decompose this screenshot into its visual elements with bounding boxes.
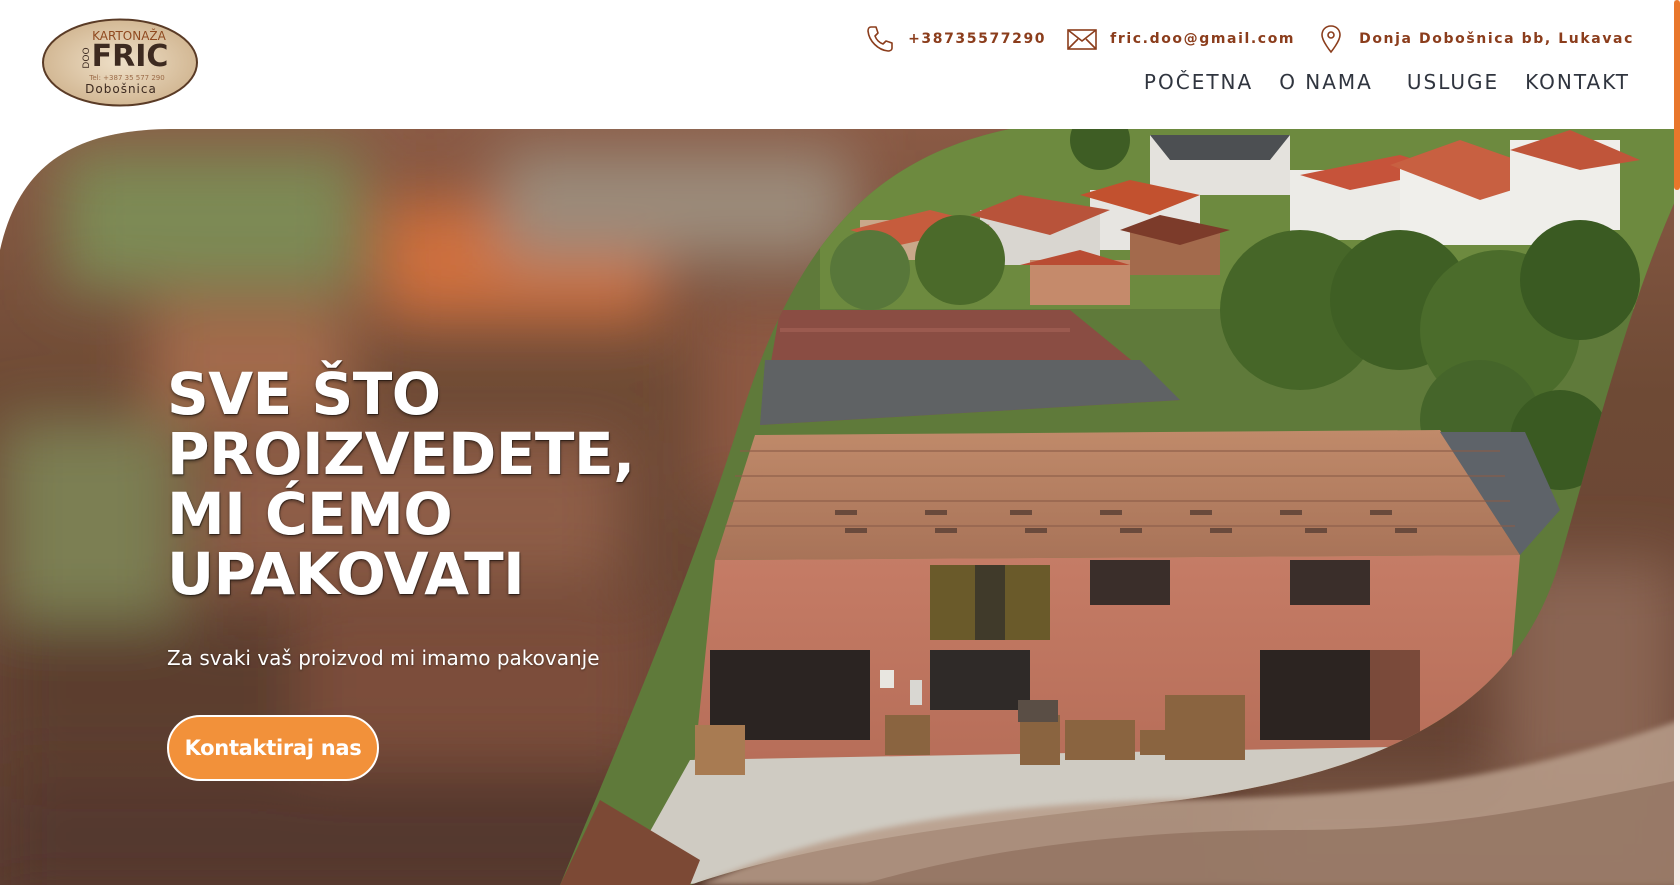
logo-suffix: DOO — [82, 47, 92, 68]
contact-bar: +38735577290 fric.doo@gmail.com Donja Do… — [864, 22, 1634, 56]
nav-item-usluge[interactable]: USLUGE — [1407, 70, 1499, 94]
logo-badge: KARTONAŽA FRIC DOO Tel: +387 35 577 290 … — [42, 18, 198, 107]
map-pin-icon — [1321, 25, 1341, 54]
logo-phone: Tel: +387 35 577 290 — [88, 74, 164, 82]
contact-phone[interactable]: +38735577290 — [864, 23, 1046, 55]
address-text[interactable]: Donja Dobošnica bb, Lukavac — [1359, 31, 1634, 47]
phone-icon — [867, 26, 893, 52]
hero-subtitle: Za svaki vaš proizvod mi imamo pakovanje — [167, 646, 600, 670]
contact-address[interactable]: Donja Dobošnica bb, Lukavac — [1315, 23, 1634, 55]
logo-location: Dobošnica — [85, 82, 157, 96]
page-scrollbar[interactable] — [1674, 0, 1680, 885]
hero-title-line: PROIZVEDETE, — [167, 420, 635, 488]
site-header: KARTONAŽA FRIC DOO Tel: +387 35 577 290 … — [0, 0, 1680, 129]
nav-item-pocetna[interactable]: POČETNA — [1144, 70, 1253, 94]
hero-section: SVE ŠTO PROIZVEDETE, MI ĆEMO UPAKOVATI Z… — [0, 0, 1680, 885]
hero-title-line: SVE ŠTO — [167, 360, 441, 428]
contact-us-button[interactable]: Kontaktiraj nas — [167, 715, 379, 781]
envelope-icon — [1067, 29, 1097, 50]
page: SVE ŠTO PROIZVEDETE, MI ĆEMO UPAKOVATI Z… — [0, 0, 1680, 885]
contact-email[interactable]: fric.doo@gmail.com — [1066, 23, 1295, 55]
phone-number[interactable]: +38735577290 — [908, 31, 1046, 47]
hero-title: SVE ŠTO PROIZVEDETE, MI ĆEMO UPAKOVATI — [167, 360, 635, 608]
email-address[interactable]: fric.doo@gmail.com — [1110, 31, 1295, 47]
main-nav: POČETNA O NAMA USLUGE KONTAKT — [1144, 70, 1630, 94]
hero-title-line: UPAKOVATI — [167, 540, 525, 608]
hero-title-line: MI ĆEMO — [167, 480, 453, 548]
scrollbar-thumb[interactable] — [1674, 0, 1680, 190]
company-logo[interactable]: KARTONAŽA FRIC DOO Tel: +387 35 577 290 … — [41, 18, 199, 107]
logo-name: FRIC — [92, 39, 169, 74]
nav-item-kontakt[interactable]: KONTAKT — [1525, 70, 1630, 94]
nav-item-o-nama[interactable]: O NAMA — [1279, 70, 1373, 94]
